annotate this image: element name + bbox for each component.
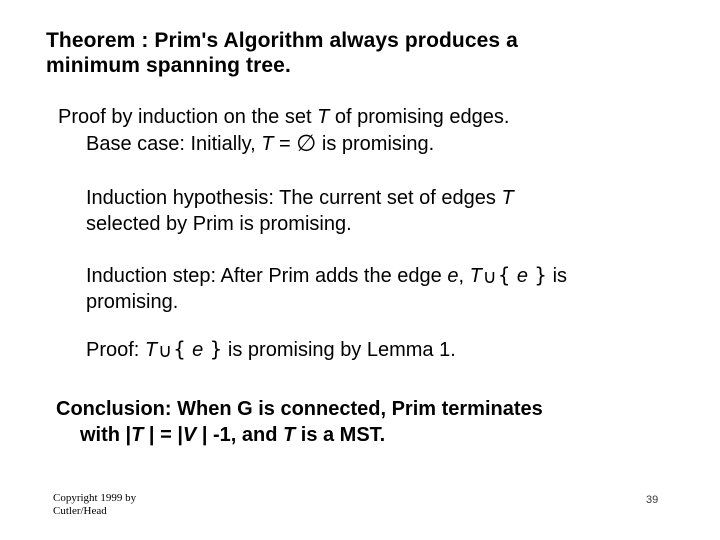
comma-separator: , bbox=[458, 265, 470, 287]
proof-intro-block: Proof by induction on the set T of promi… bbox=[58, 104, 678, 158]
conclusion-text-c: | -1, and bbox=[196, 424, 283, 446]
union-icon: ∪ bbox=[482, 266, 497, 288]
induction-step-block: Induction step: After Prim adds the edge… bbox=[86, 262, 686, 315]
conclusion-line-2: with |T | = |V | -1, and T is a MST. bbox=[56, 422, 676, 448]
conclusion-line-1: Conclusion: When G is connected, Prim te… bbox=[56, 398, 543, 420]
brace-close: } bbox=[203, 337, 223, 361]
set-union-expression: T∪{ e } bbox=[469, 263, 548, 288]
variable-e: e bbox=[447, 265, 459, 287]
proof-intro-line-1: Proof by induction on the set T of promi… bbox=[58, 106, 509, 128]
variable-T: T bbox=[282, 424, 296, 446]
induction-step-line-2: promising. bbox=[86, 291, 179, 313]
induction-step-line-1: Induction step: After Prim adds the edge… bbox=[86, 263, 568, 288]
variable-T: T bbox=[131, 424, 144, 446]
union-icon: ∪ bbox=[158, 340, 173, 362]
induction-step-text-a: Induction step: After Prim adds the edge bbox=[86, 265, 448, 287]
conclusion-text-a: with | bbox=[80, 424, 132, 446]
base-case-text-b: is promising. bbox=[316, 133, 435, 155]
copyright-line-1: Copyright 1999 by bbox=[53, 492, 137, 504]
proof-intro-text-b: of promising edges. bbox=[329, 106, 510, 128]
conclusion-block: Conclusion: When G is connected, Prim te… bbox=[56, 396, 676, 448]
base-case-line: Base case: Initially, T = ∅ is promising… bbox=[58, 131, 678, 158]
copyright-notice: Copyright 1999 by Cutler/Head bbox=[53, 492, 136, 518]
lemma-proof-prefix: Proof: bbox=[86, 339, 145, 361]
theorem-heading: Theorem : Prim's Algorithm always produc… bbox=[46, 28, 656, 78]
theorem-line-1: Theorem : Prim's Algorithm always produc… bbox=[46, 29, 518, 52]
page-number: 39 bbox=[646, 494, 659, 506]
variable-V: V bbox=[182, 424, 197, 446]
set-union-expression: T∪{ e } bbox=[144, 337, 223, 362]
brace-close: } bbox=[527, 263, 548, 287]
induction-step-text-c: is bbox=[547, 265, 568, 287]
lemma-proof-suffix: is promising by Lemma 1. bbox=[222, 339, 456, 361]
proof-intro-text-a: Proof by induction on the set bbox=[58, 106, 318, 128]
variable-T: T bbox=[261, 133, 274, 155]
conclusion-text-d: is a MST. bbox=[295, 424, 386, 446]
variable-T: T bbox=[144, 339, 158, 361]
variable-e: e bbox=[516, 265, 528, 287]
variable-T: T bbox=[469, 265, 482, 287]
base-case-text-a: Base case: Initially, bbox=[86, 133, 262, 155]
variable-T: T bbox=[317, 106, 330, 128]
induction-hypothesis-line-2: selected by Prim is promising. bbox=[86, 213, 352, 235]
conclusion-text-b: | = | bbox=[143, 424, 183, 446]
induction-hypothesis-text-a: Induction hypothesis: The current set of… bbox=[86, 187, 502, 209]
copyright-line-2: Cutler/Head bbox=[53, 505, 107, 517]
lemma-proof-line: Proof: T∪{ e } is promising by Lemma 1. bbox=[86, 336, 646, 363]
empty-set-icon: ∅ bbox=[296, 131, 317, 157]
theorem-line-2: minimum spanning tree. bbox=[46, 54, 291, 77]
slide-canvas: Theorem : Prim's Algorithm always produc… bbox=[0, 0, 720, 540]
induction-hypothesis-line-1: Induction hypothesis: The current set of… bbox=[86, 187, 514, 209]
induction-hypothesis-block: Induction hypothesis: The current set of… bbox=[86, 185, 656, 237]
variable-T: T bbox=[501, 187, 514, 209]
brace-open: { bbox=[497, 263, 517, 287]
variable-e: e bbox=[192, 339, 204, 361]
equals-sign: = bbox=[273, 133, 297, 155]
brace-open: { bbox=[173, 337, 193, 361]
